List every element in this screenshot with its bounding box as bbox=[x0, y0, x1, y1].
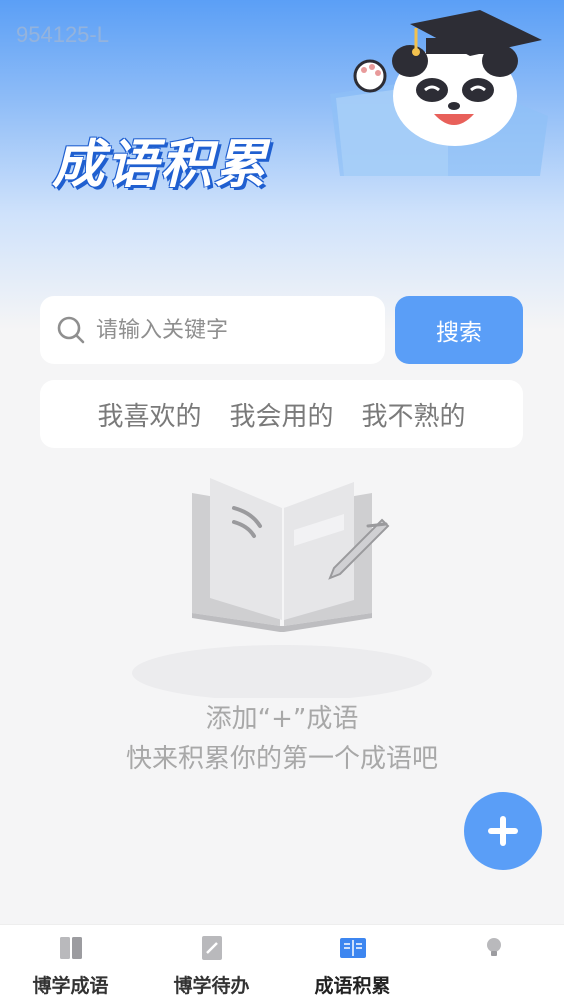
bottom-tab-bar: 博学成语 博学待办 成语积累 bbox=[0, 924, 564, 1005]
tab-label: 成语积累 bbox=[314, 975, 391, 997]
open-book-icon bbox=[339, 938, 366, 958]
add-idiom-button[interactable] bbox=[464, 792, 542, 870]
tab-accumulate[interactable]: 成语积累 bbox=[282, 925, 423, 1005]
filter-bar: 我喜欢的 我会用的 我不熟的 bbox=[40, 380, 523, 448]
notepad-icon bbox=[201, 936, 222, 960]
empty-state-message: 快来积累你的第一个成语吧 bbox=[125, 744, 438, 774]
filter-can-use[interactable]: 我会用的 bbox=[229, 396, 333, 433]
empty-book-illustration bbox=[132, 478, 432, 698]
filter-unfamiliar[interactable]: 我不熟的 bbox=[362, 396, 466, 433]
tab-todo[interactable]: 博学待办 bbox=[141, 925, 282, 1005]
filter-liked[interactable]: 我喜欢的 bbox=[97, 396, 201, 433]
panda-mascot-icon bbox=[330, 10, 548, 176]
page-title: 成语积累 bbox=[52, 135, 269, 195]
book-icon bbox=[59, 937, 82, 959]
plus-icon bbox=[488, 816, 518, 846]
empty-state-hint: 添加“+”成语 bbox=[205, 704, 359, 734]
search-input[interactable] bbox=[94, 316, 368, 344]
tab-ideas[interactable] bbox=[423, 925, 564, 1005]
search-icon bbox=[57, 316, 85, 344]
search-box[interactable] bbox=[40, 296, 385, 364]
lightbulb-icon bbox=[486, 938, 501, 956]
tab-label: 博学成语 bbox=[32, 975, 109, 997]
tab-label: 博学待办 bbox=[173, 975, 250, 997]
watermark: 954125-L bbox=[16, 22, 109, 47]
search-button[interactable]: 搜索 bbox=[395, 296, 523, 364]
tab-idioms[interactable]: 博学成语 bbox=[0, 925, 141, 1005]
